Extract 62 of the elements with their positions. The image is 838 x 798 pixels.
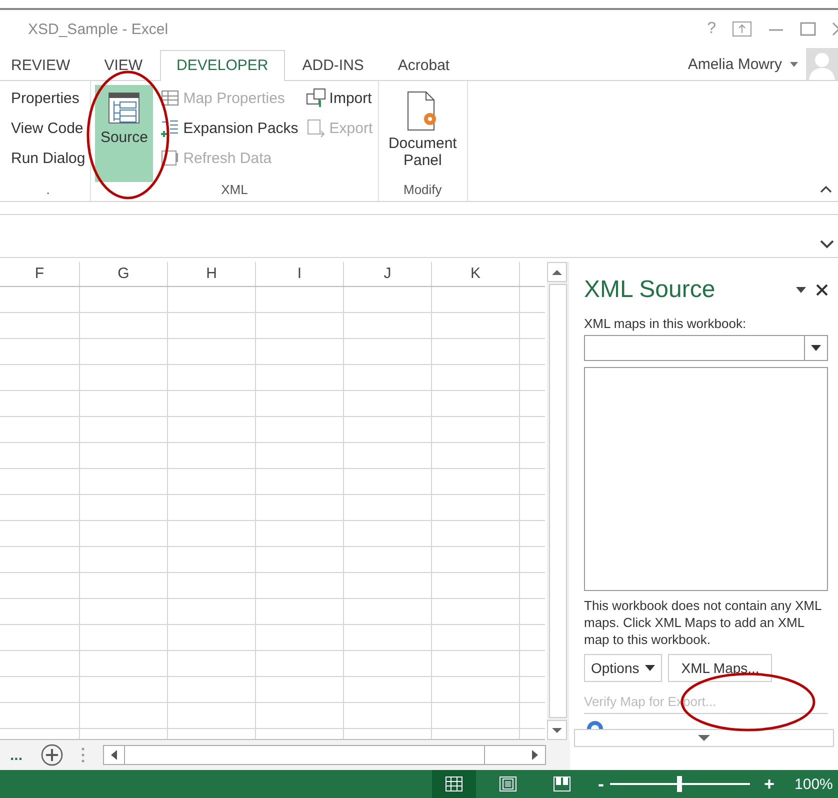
group-label: . (45, 182, 51, 199)
expand-icon[interactable] (820, 240, 834, 249)
column-header[interactable]: K (432, 262, 520, 286)
vertical-scrollbar[interactable] (547, 262, 569, 740)
cell-grid[interactable] (0, 287, 545, 739)
ribbon-command[interactable]: Properties (10, 85, 86, 111)
zoom-out-button[interactable]: - (598, 774, 604, 794)
refresh-sheet-icon (160, 148, 180, 168)
ribbon-tab[interactable]: VIEW (87, 50, 160, 81)
column-header[interactable]: J (344, 262, 432, 286)
ribbon-tab[interactable]: DEVELOPER (160, 50, 286, 81)
add-sheet-icon[interactable] (40, 744, 63, 766)
table-icon (160, 88, 180, 108)
close-icon[interactable] (816, 284, 828, 296)
list-plus-icon (160, 118, 180, 138)
group-label: Modify (402, 182, 443, 199)
caret-icon[interactable] (698, 735, 710, 741)
info-message: This workbook does not contain any XML maps. Click XML Maps to add an XML map to this workbook. (584, 597, 822, 648)
caret-icon (811, 345, 821, 351)
document-panel-button[interactable]: Document Panel (382, 85, 463, 182)
info-icon[interactable] (586, 720, 604, 729)
ribbon-command[interactable]: Expansion Packs (159, 115, 300, 141)
window-title: XSD_Sample - Excel (28, 20, 168, 38)
more-sheets[interactable]: ... (10, 746, 23, 764)
collapse-ribbon-icon[interactable] (820, 185, 832, 193)
splitter-icon[interactable] (80, 747, 85, 763)
scroll-down-icon[interactable] (547, 720, 567, 740)
maps-dropdown[interactable] (584, 335, 828, 361)
options-button[interactable]: Options (584, 654, 662, 682)
scroll-up-icon[interactable] (547, 262, 567, 282)
ribbon-command[interactable]: Run Dialog (10, 145, 86, 171)
zoom-in-button[interactable]: + (764, 774, 775, 794)
export-icon (306, 118, 326, 138)
pane-title: XML Source (584, 276, 716, 304)
pane-scroll-bar[interactable] (574, 729, 834, 747)
xml-maps-button[interactable]: XML Maps... (668, 654, 772, 682)
normal-view-button[interactable] (432, 770, 476, 798)
tree-list-icon (107, 91, 142, 125)
ribbon-command[interactable]: Import (305, 85, 374, 111)
source-button[interactable]: Source (95, 85, 154, 182)
caret-icon[interactable] (790, 62, 798, 66)
zoom-level[interactable]: 100% (794, 776, 833, 792)
user-name[interactable]: Amelia Mowry (688, 56, 782, 72)
ribbon-tab[interactable]: Acrobat (380, 50, 467, 81)
ribbon-tab[interactable]: ADD-INS (285, 50, 381, 81)
column-header[interactable]: G (80, 262, 168, 286)
maximize-icon[interactable] (800, 21, 816, 37)
page-break-icon (553, 776, 571, 792)
group-label: XML (220, 182, 249, 199)
ribbon-tab[interactable]: REVIEW (0, 50, 88, 81)
horizontal-scrollbar[interactable] (102, 745, 546, 765)
pane-menu-icon[interactable] (796, 287, 806, 293)
caret-icon (645, 665, 656, 671)
field-label: XML maps in this workbook: (584, 316, 748, 331)
column-header[interactable]: H (168, 262, 256, 286)
column-header[interactable]: F (0, 262, 80, 286)
page-icon (499, 776, 517, 792)
ribbon-command[interactable]: View Code (10, 115, 86, 141)
grid-icon (445, 776, 463, 792)
column-header[interactable]: I (256, 262, 344, 286)
import-icon (306, 88, 326, 108)
ribbon-display-icon[interactable] (732, 21, 752, 37)
